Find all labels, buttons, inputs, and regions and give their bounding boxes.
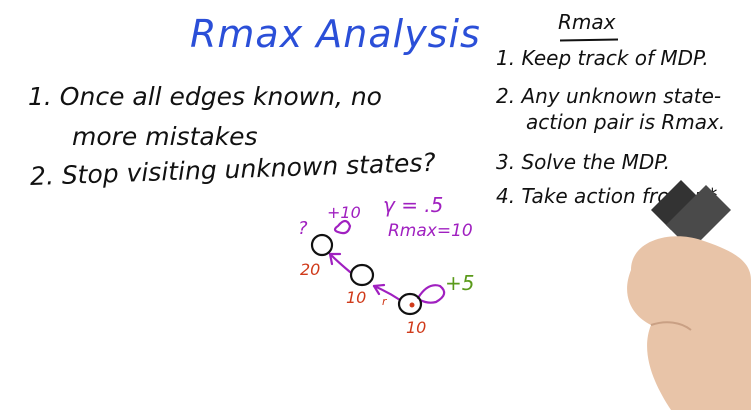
self-loop-top (333, 219, 352, 235)
gamma-label: γ = .5 (383, 193, 443, 217)
arrow-mid-to-top (328, 252, 352, 274)
node-value-middle: 10 (346, 288, 366, 307)
rmax-value-label: Rmax=10 (388, 221, 473, 241)
unknown-mark: ? (298, 218, 308, 239)
presenter-hand (627, 180, 751, 410)
edge-mark: r (382, 295, 388, 308)
whiteboard: Rmax Analysis Rmax 1. Once all edges kno… (0, 0, 751, 410)
current-state-dot (409, 302, 415, 308)
top-reward-label: +10 (327, 203, 361, 222)
hand-skin (627, 236, 751, 410)
self-loop-right (416, 284, 446, 304)
right-reward-label: +5 (445, 271, 474, 295)
node-value-right: 10 (406, 318, 426, 337)
state-node-top (310, 233, 334, 257)
node-value-top: 20 (300, 260, 320, 279)
state-node-middle (349, 263, 375, 287)
